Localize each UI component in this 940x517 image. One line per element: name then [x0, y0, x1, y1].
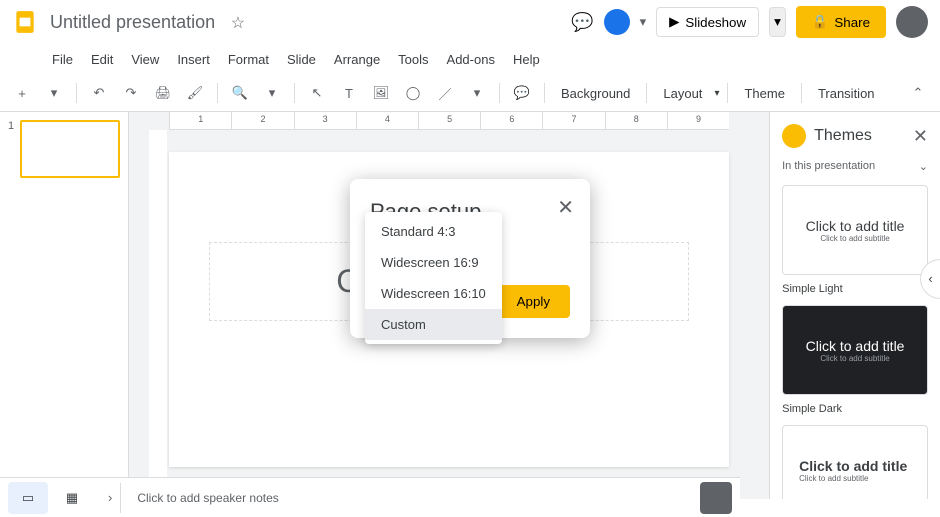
option-widescreen-16-9[interactable]: Widescreen 16:9 — [365, 247, 502, 278]
option-standard[interactable]: Standard 4:3 — [365, 216, 502, 247]
apply-button[interactable]: Apply — [497, 285, 570, 318]
option-custom[interactable]: Custom — [365, 309, 502, 340]
close-modal-button[interactable]: ✕ — [557, 195, 574, 220]
aspect-ratio-dropdown: Standard 4:3 Widescreen 16:9 Widescreen … — [365, 212, 502, 344]
option-widescreen-16-10[interactable]: Widescreen 16:10 — [365, 278, 502, 309]
